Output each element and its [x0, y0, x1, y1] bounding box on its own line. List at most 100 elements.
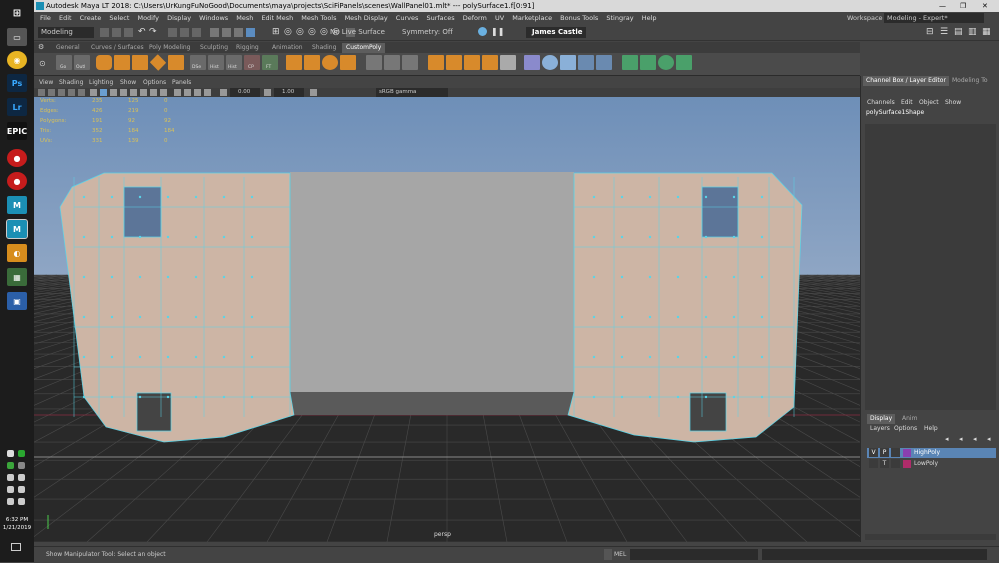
- separate-icon[interactable]: [304, 55, 320, 70]
- poly-sphere-icon[interactable]: [96, 55, 112, 70]
- layer-type-toggle[interactable]: [891, 459, 900, 468]
- symmetry-dropdown[interactable]: Symmetry: Off: [402, 28, 453, 37]
- cb-menu-edit[interactable]: Edit: [901, 99, 913, 106]
- left-wall-panel[interactable]: [59, 172, 295, 443]
- right-wall-panel[interactable]: [567, 172, 803, 443]
- insert-loop-icon[interactable]: [464, 55, 480, 70]
- new-scene-icon[interactable]: [100, 28, 109, 37]
- menu-help[interactable]: Help: [642, 12, 657, 24]
- layer-menu-layers[interactable]: Layers: [870, 425, 890, 432]
- speaker-icon[interactable]: [18, 486, 25, 493]
- cleanup-icon[interactable]: [640, 55, 656, 70]
- center-block[interactable]: [290, 172, 574, 392]
- mirror-icon[interactable]: [500, 55, 516, 70]
- shelf-tab-poly-modeling[interactable]: Poly Modeling: [145, 43, 195, 53]
- menu-edit-mesh[interactable]: Edit Mesh: [261, 12, 293, 24]
- cb-menu-object[interactable]: Object: [919, 99, 939, 106]
- menu-surfaces[interactable]: Surfaces: [426, 12, 454, 24]
- script-editor-icon[interactable]: [604, 549, 612, 560]
- workspace-dropdown[interactable]: Modeling - Expert*: [884, 13, 984, 23]
- app-blue-icon[interactable]: ▣: [7, 292, 27, 310]
- bridge-icon[interactable]: [340, 55, 356, 70]
- open-scene-icon[interactable]: [112, 28, 121, 37]
- menu-marketplace[interactable]: Marketplace: [512, 12, 552, 24]
- close-button[interactable]: ✕: [982, 0, 988, 12]
- snap-grid-icon[interactable]: ⊞: [272, 27, 280, 37]
- snap-surface-icon[interactable]: ◎: [320, 27, 328, 37]
- app-orange-icon[interactable]: ◐: [7, 244, 27, 262]
- merge-icon[interactable]: [482, 55, 498, 70]
- select-hierarchy-icon[interactable]: [168, 28, 177, 37]
- uv-editor-icon[interactable]: [524, 55, 540, 70]
- history-shelf-button[interactable]: Hist: [208, 55, 224, 70]
- layer-row-lowpoly[interactable]: T LowPoly: [867, 459, 996, 469]
- layout-icon-1[interactable]: ⊟: [926, 27, 934, 37]
- undo-icon[interactable]: ↶: [138, 27, 146, 37]
- task-view-icon[interactable]: ▭: [7, 28, 27, 46]
- material-icon[interactable]: [542, 55, 558, 70]
- layer-playback-toggle[interactable]: P: [880, 448, 889, 457]
- shelf-tab-rigging[interactable]: Rigging: [232, 43, 263, 53]
- select-object-icon[interactable]: [180, 28, 189, 37]
- lightroom-icon[interactable]: Lr: [7, 98, 27, 116]
- layer-visibility-toggle[interactable]: V: [869, 448, 878, 457]
- maya-lt-icon[interactable]: M: [6, 219, 28, 239]
- quad-draw-icon[interactable]: [622, 55, 638, 70]
- live-surface-label[interactable]: No Live Surface: [330, 28, 385, 37]
- snap-curve-icon[interactable]: ◎: [284, 27, 292, 37]
- menu-windows[interactable]: Windows: [199, 12, 228, 24]
- viewport-scene[interactable]: [34, 97, 860, 542]
- clock-date[interactable]: 1/21/2019: [0, 525, 34, 531]
- chrome-icon[interactable]: ◉: [7, 51, 27, 69]
- select-face-icon[interactable]: [234, 28, 243, 37]
- extrude-icon[interactable]: [428, 55, 444, 70]
- menu-create[interactable]: Create: [80, 12, 102, 24]
- usb-icon[interactable]: [7, 486, 14, 493]
- gamma-field[interactable]: 1.00: [274, 88, 304, 97]
- menu-file[interactable]: File: [40, 12, 51, 24]
- channel-box-area[interactable]: [865, 124, 996, 410]
- menu-uv[interactable]: UV: [495, 12, 504, 24]
- menu-bonus-tools[interactable]: Bonus Tools: [560, 12, 598, 24]
- poly-plane-icon[interactable]: [168, 55, 184, 70]
- select-camera-icon[interactable]: [38, 89, 45, 96]
- shadows-icon[interactable]: [140, 89, 147, 96]
- vp-menu-options[interactable]: Options: [143, 78, 166, 88]
- menu-mesh-tools[interactable]: Mesh Tools: [301, 12, 336, 24]
- vp-menu-lighting[interactable]: Lighting: [89, 78, 113, 88]
- multicut-icon[interactable]: [366, 55, 382, 70]
- wifi-icon[interactable]: [18, 498, 25, 505]
- layer-move-down-icon[interactable]: ◂: [959, 435, 963, 443]
- epic-games-icon[interactable]: EPIC: [7, 122, 27, 140]
- go-shelf-button[interactable]: Go: [56, 55, 72, 70]
- app-red-icon[interactable]: ●: [7, 149, 27, 167]
- layer-color-swatch[interactable]: [903, 449, 911, 457]
- shelf-tab-curves-surfaces[interactable]: Curves / Surfaces: [87, 43, 148, 53]
- exposure-icon[interactable]: [220, 89, 227, 96]
- menu-select[interactable]: Select: [109, 12, 129, 24]
- maximize-button[interactable]: ❐: [960, 0, 966, 12]
- tab-anim[interactable]: Anim: [899, 414, 920, 424]
- shelf-tab-animation[interactable]: Animation: [268, 43, 307, 53]
- connect-icon[interactable]: [402, 55, 418, 70]
- tab-display[interactable]: Display: [867, 414, 896, 424]
- shelf-tab-custompoly[interactable]: CustomPoly: [342, 43, 386, 53]
- menu-display[interactable]: Display: [167, 12, 191, 24]
- network-icon[interactable]: [7, 474, 14, 481]
- layer-move-up-icon[interactable]: ◂: [945, 435, 949, 443]
- delete-history-shelf-button[interactable]: DSe: [190, 55, 206, 70]
- menu-modify[interactable]: Modify: [137, 12, 159, 24]
- menu-deform[interactable]: Deform: [463, 12, 487, 24]
- menu-mesh-display[interactable]: Mesh Display: [345, 12, 388, 24]
- exposure-field[interactable]: 0.00: [230, 88, 260, 97]
- notifications-icon[interactable]: [11, 543, 21, 551]
- tab-modeling-toolkit[interactable]: Modeling To: [949, 76, 989, 86]
- menu-edit[interactable]: Edit: [59, 12, 72, 24]
- center-pivot-shelf-button[interactable]: CP: [244, 55, 260, 70]
- lights-icon[interactable]: [130, 89, 137, 96]
- target-weld-icon[interactable]: [384, 55, 400, 70]
- wireframe-icon[interactable]: [90, 89, 97, 96]
- tab-channel-box-layer-editor[interactable]: Channel Box / Layer Editor: [863, 76, 949, 86]
- render-icon[interactable]: [478, 27, 487, 36]
- layer-name[interactable]: LowPoly: [914, 459, 938, 469]
